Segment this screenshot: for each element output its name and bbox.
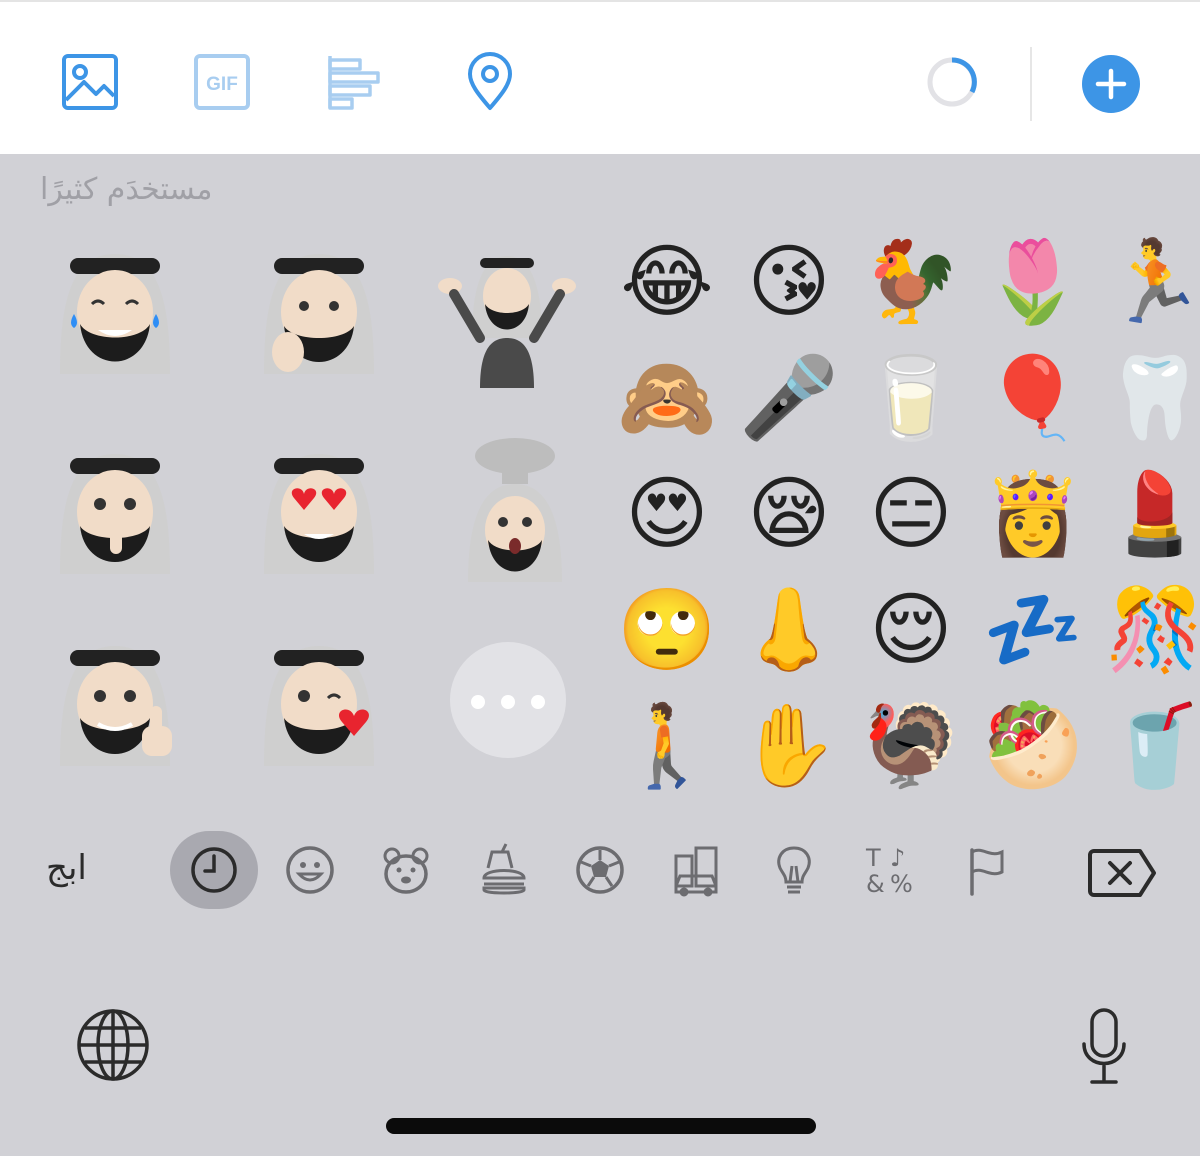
microphone-icon[interactable] <box>1080 1006 1128 1086</box>
add-tweet-button[interactable] <box>1082 55 1140 113</box>
emoji-key[interactable]: 🌷 <box>972 224 1094 340</box>
emoji-key[interactable]: 💤 <box>972 572 1094 688</box>
memoji-heart-eyes[interactable] <box>244 434 394 584</box>
lightbulb-icon[interactable] <box>766 842 822 898</box>
memoji-wink-heart[interactable] <box>244 626 394 776</box>
emoji-key[interactable]: 🥤 <box>1094 688 1200 804</box>
emoji-key[interactable]: ✋ <box>728 688 850 804</box>
recent-clock-icon[interactable] <box>186 842 242 898</box>
memoji-thinking[interactable] <box>244 234 394 384</box>
composer-toolbar: GIF <box>0 0 1200 154</box>
plus-icon <box>1095 68 1127 100</box>
section-title: مستخدَم كثيرًا <box>40 172 213 207</box>
emoji-key[interactable]: 😂 <box>606 224 728 340</box>
memoji-thumbs-up[interactable] <box>40 626 190 776</box>
emoji-key[interactable]: 👃 <box>728 572 850 688</box>
emoji-key[interactable]: 🐓 <box>850 224 972 340</box>
svg-text:%: % <box>890 870 913 898</box>
svg-text:&: & <box>866 870 885 898</box>
emoji-key[interactable]: 🙈 <box>606 340 728 456</box>
emoji-key[interactable]: 😑 <box>850 456 972 572</box>
symbols-icon[interactable]: T ♪ &% <box>862 842 918 898</box>
emoji-key[interactable]: 🦷 <box>1094 340 1200 456</box>
emoji-grid: 😂 😘 🐓 🌷 🏃 🙈 🎤 🥛 🎈 🦷 😍 😪 😑 👸 💄 🙄 👃 😌 💤 🎊 … <box>606 224 1200 792</box>
ellipsis-icon <box>471 695 485 709</box>
memoji-shrug[interactable] <box>432 238 582 388</box>
memoji-laughing-tears[interactable] <box>40 234 190 384</box>
globe-icon[interactable] <box>74 1006 152 1084</box>
svg-text:T: T <box>865 844 881 872</box>
home-indicator <box>386 1118 816 1134</box>
emoji-key[interactable]: 😘 <box>728 224 850 340</box>
abc-keyboard-switch[interactable]: ابج <box>46 848 87 888</box>
flag-icon[interactable] <box>958 842 1014 898</box>
emoji-key[interactable]: 😪 <box>728 456 850 572</box>
travel-icon[interactable] <box>668 842 724 898</box>
poll-icon[interactable] <box>326 52 386 112</box>
emoji-key[interactable]: 😌 <box>850 572 972 688</box>
gif-icon[interactable]: GIF <box>192 52 252 112</box>
food-icon[interactable] <box>476 842 532 898</box>
emoji-key[interactable]: 🥙 <box>972 688 1094 804</box>
delete-key-icon[interactable] <box>1086 847 1158 899</box>
smiley-icon[interactable] <box>282 842 338 898</box>
emoji-key[interactable]: 🙄 <box>606 572 728 688</box>
emoji-key[interactable]: 👸 <box>972 456 1094 572</box>
toolbar-divider <box>1030 47 1032 121</box>
ellipsis-dot <box>531 695 545 709</box>
emoji-key[interactable]: 💄 <box>1094 456 1200 572</box>
emoji-key[interactable]: 🏃 <box>1094 224 1200 340</box>
character-count-ring-icon <box>922 52 982 112</box>
emoji-key[interactable]: 🎈 <box>972 340 1094 456</box>
activity-ball-icon[interactable] <box>572 842 628 898</box>
more-stickers-button[interactable] <box>450 642 566 758</box>
gif-label: GIF <box>206 74 238 95</box>
emoji-category-bar: ابج T ♪ &% <box>0 831 1200 914</box>
emoji-key[interactable]: 😍 <box>606 456 728 572</box>
emoji-keyboard: مستخدَم كثيرًا 😂 😘 🐓 🌷 🏃 🙈 🎤 🥛 🎈 🦷 😍 😪 😑… <box>0 154 1200 1156</box>
emoji-key[interactable]: 🎊 <box>1094 572 1200 688</box>
svg-text:♪: ♪ <box>890 844 905 872</box>
emoji-key[interactable]: 🚶 <box>606 688 728 804</box>
memoji-shush[interactable] <box>40 434 190 584</box>
location-icon[interactable] <box>460 52 520 112</box>
memoji-mind-blown[interactable] <box>440 434 590 584</box>
ellipsis-dot <box>501 695 515 709</box>
image-icon[interactable] <box>60 52 120 112</box>
emoji-key[interactable]: 🦃 <box>850 688 972 804</box>
emoji-key[interactable]: 🥛 <box>850 340 972 456</box>
animal-icon[interactable] <box>378 842 434 898</box>
emoji-key[interactable]: 🎤 <box>728 340 850 456</box>
